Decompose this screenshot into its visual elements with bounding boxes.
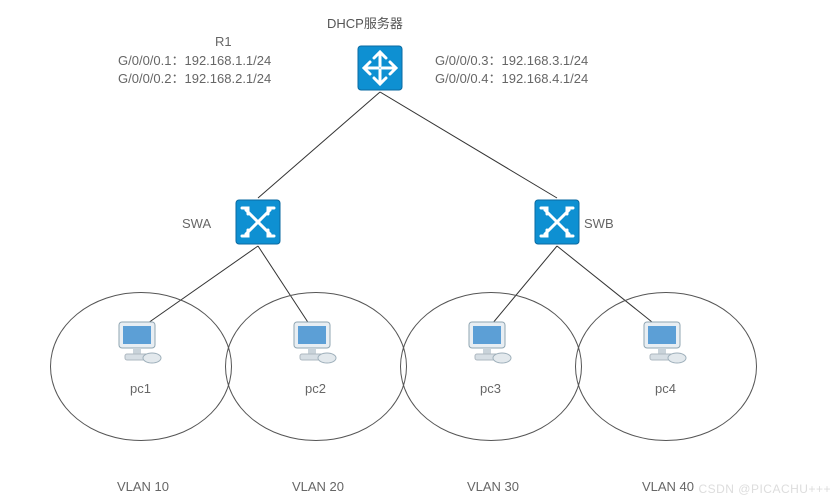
vlan-name: VLAN 20	[263, 478, 373, 496]
pc-name: pc3	[480, 380, 501, 398]
router-right-config: G/0/0/0.3：192.168.3.1/24 G/0/0/0.4：192.1…	[435, 52, 588, 88]
router-left-config: G/0/0/0.1：192.168.1.1/24 G/0/0/0.2：192.1…	[118, 52, 271, 88]
vlan-label: VLAN 30 192.168.3.0/24	[438, 442, 548, 500]
switch-right-name: SWB	[584, 215, 614, 233]
pc-name: pc2	[305, 380, 326, 398]
pc-icon	[283, 320, 343, 375]
pc-icon	[458, 320, 518, 375]
vlan-name: VLAN 30	[438, 478, 548, 496]
vlan-label: VLAN 20 192.168.2.0/24	[263, 442, 373, 500]
switch-right-icon	[533, 198, 581, 246]
switch-left-icon	[234, 198, 282, 246]
router-name-label: R1	[215, 33, 232, 51]
pc-icon	[108, 320, 168, 375]
vlan-label: VLAN 10 192.168.1.0/24	[88, 442, 198, 500]
pc-icon	[633, 320, 693, 375]
pc-name: pc1	[130, 380, 151, 398]
router-icon	[356, 44, 404, 92]
router-title-label: DHCP服务器	[327, 15, 403, 33]
switch-left-name: SWA	[182, 215, 211, 233]
vlan-name: VLAN 10	[88, 478, 198, 496]
pc-name: pc4	[655, 380, 676, 398]
watermark: CSDN @PICACHU+++	[698, 482, 831, 496]
